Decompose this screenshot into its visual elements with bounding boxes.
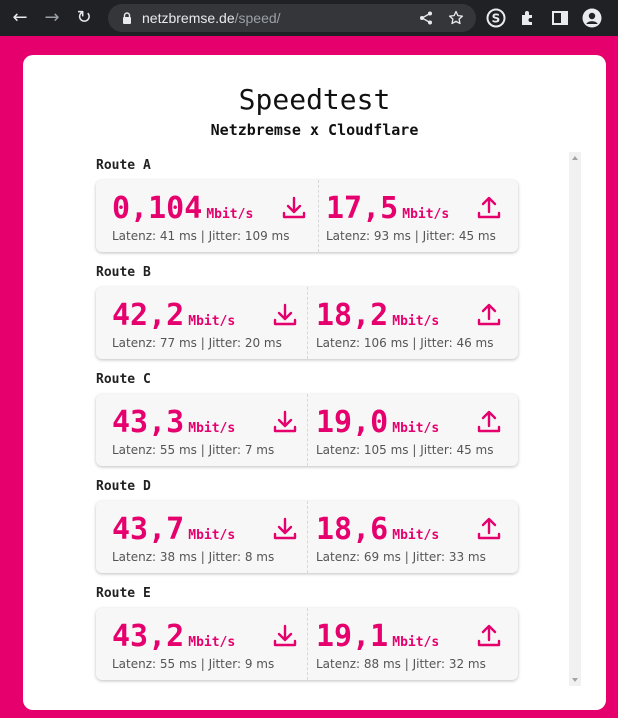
page-subtitle: Netzbremse x Cloudflare	[210, 121, 419, 139]
upload-speed: 19,0 Mbit/s	[316, 405, 439, 440]
upload-icon	[477, 517, 501, 540]
extension-s-icon[interactable]: S	[486, 8, 506, 28]
download-value: 42,2	[112, 298, 185, 333]
lock-icon[interactable]	[120, 11, 134, 25]
upload-icon	[477, 196, 501, 219]
side-panel-icon[interactable]	[550, 8, 570, 28]
download-latency-jitter: Latenz: 55 ms | Jitter: 9 ms	[112, 657, 275, 671]
download-value: 43,2	[112, 619, 185, 654]
scroll-down-arrow-icon[interactable]	[572, 678, 578, 682]
upload-value: 17,5	[326, 191, 399, 226]
upload-speed: 18,6 Mbit/s	[316, 512, 439, 547]
upload-latency-jitter: Latenz: 88 ms | Jitter: 32 ms	[316, 657, 486, 671]
upload-latency-jitter: Latenz: 69 ms | Jitter: 33 ms	[316, 550, 486, 564]
route-result-c: 43,3 Mbit/s Latenz: 55 ms | Jitter: 7 ms …	[96, 394, 518, 466]
page-title: Speedtest	[238, 83, 391, 116]
download-value: 43,3	[112, 405, 185, 440]
upload-unit: Mbit/s	[392, 528, 440, 543]
upload-unit: Mbit/s	[392, 635, 440, 650]
route-result-e: 43,2 Mbit/s Latenz: 55 ms | Jitter: 9 ms …	[96, 608, 518, 680]
download-value: 43,7	[112, 512, 185, 547]
route-result-b: 42,2 Mbit/s Latenz: 77 ms | Jitter: 20 ms…	[96, 287, 518, 359]
route-result-d: 43,7 Mbit/s Latenz: 38 ms | Jitter: 8 ms …	[96, 501, 518, 573]
upload-latency-jitter: Latenz: 106 ms | Jitter: 46 ms	[316, 336, 494, 350]
upload-icon	[477, 410, 501, 433]
upload-speed: 19,1 Mbit/s	[316, 619, 439, 654]
download-latency-jitter: Latenz: 77 ms | Jitter: 20 ms	[112, 336, 282, 350]
puzzle-extensions-icon[interactable]	[518, 8, 538, 28]
route-label-d: Route D	[96, 479, 151, 494]
route-label-c: Route C	[96, 372, 151, 387]
upload-icon	[477, 624, 501, 647]
upload-speed: 18,2 Mbit/s	[316, 298, 439, 333]
download-unit: Mbit/s	[188, 635, 236, 650]
divider	[307, 608, 308, 680]
share-icon[interactable]	[418, 10, 434, 26]
upload-latency-jitter: Latenz: 93 ms | Jitter: 45 ms	[326, 229, 496, 243]
download-icon	[273, 303, 297, 326]
upload-latency-jitter: Latenz: 105 ms | Jitter: 45 ms	[316, 443, 494, 457]
route-result-a: 0,104 Mbit/s Latenz: 41 ms | Jitter: 109 …	[96, 180, 518, 252]
url-host: netzbremse.de	[142, 10, 235, 26]
upload-value: 18,2	[316, 298, 389, 333]
forward-arrow-icon[interactable]: →	[40, 6, 64, 30]
download-icon	[273, 410, 297, 433]
download-unit: Mbit/s	[188, 314, 236, 329]
upload-unit: Mbit/s	[402, 207, 450, 222]
speedtest-card: Speedtest Netzbremse x Cloudflare Route …	[23, 55, 606, 710]
download-speed: 43,3 Mbit/s	[112, 405, 235, 440]
download-latency-jitter: Latenz: 38 ms | Jitter: 8 ms	[112, 550, 275, 564]
download-icon	[282, 196, 306, 219]
download-unit: Mbit/s	[188, 528, 236, 543]
download-unit: Mbit/s	[206, 207, 254, 222]
route-label-b: Route B	[96, 265, 151, 280]
back-arrow-icon[interactable]: ←	[8, 6, 32, 30]
download-speed: 0,104 Mbit/s	[112, 191, 253, 226]
upload-value: 19,1	[316, 619, 389, 654]
upload-icon	[477, 303, 501, 326]
download-latency-jitter: Latenz: 55 ms | Jitter: 7 ms	[112, 443, 275, 457]
upload-value: 18,6	[316, 512, 389, 547]
url-text[interactable]: netzbremse.de/speed/	[142, 4, 281, 32]
divider	[307, 501, 308, 573]
download-latency-jitter: Latenz: 41 ms | Jitter: 109 ms	[112, 229, 290, 243]
profile-avatar-icon[interactable]	[582, 8, 602, 28]
download-value: 0,104	[112, 191, 203, 226]
route-label-a: Route A	[96, 158, 151, 173]
divider	[318, 180, 319, 252]
download-speed: 43,2 Mbit/s	[112, 619, 235, 654]
route-label-e: Route E	[96, 586, 151, 601]
svg-text:S: S	[492, 12, 501, 26]
divider	[307, 287, 308, 359]
upload-speed: 17,5 Mbit/s	[326, 191, 449, 226]
download-unit: Mbit/s	[188, 421, 236, 436]
divider	[307, 394, 308, 466]
download-icon	[273, 624, 297, 647]
reload-icon[interactable]: ↻	[72, 6, 96, 30]
download-speed: 43,7 Mbit/s	[112, 512, 235, 547]
browser-toolbar: ← → ↻ netzbremse.de/speed/ S	[0, 0, 618, 36]
scroll-up-arrow-icon[interactable]	[572, 156, 578, 160]
download-icon	[273, 517, 297, 540]
upload-value: 19,0	[316, 405, 389, 440]
upload-unit: Mbit/s	[392, 421, 440, 436]
url-path: /speed/	[234, 10, 281, 26]
download-speed: 42,2 Mbit/s	[112, 298, 235, 333]
bookmark-star-icon[interactable]	[448, 10, 464, 26]
scrollbar[interactable]	[569, 152, 581, 686]
address-bar[interactable]: netzbremse.de/speed/	[108, 4, 476, 32]
upload-unit: Mbit/s	[392, 314, 440, 329]
